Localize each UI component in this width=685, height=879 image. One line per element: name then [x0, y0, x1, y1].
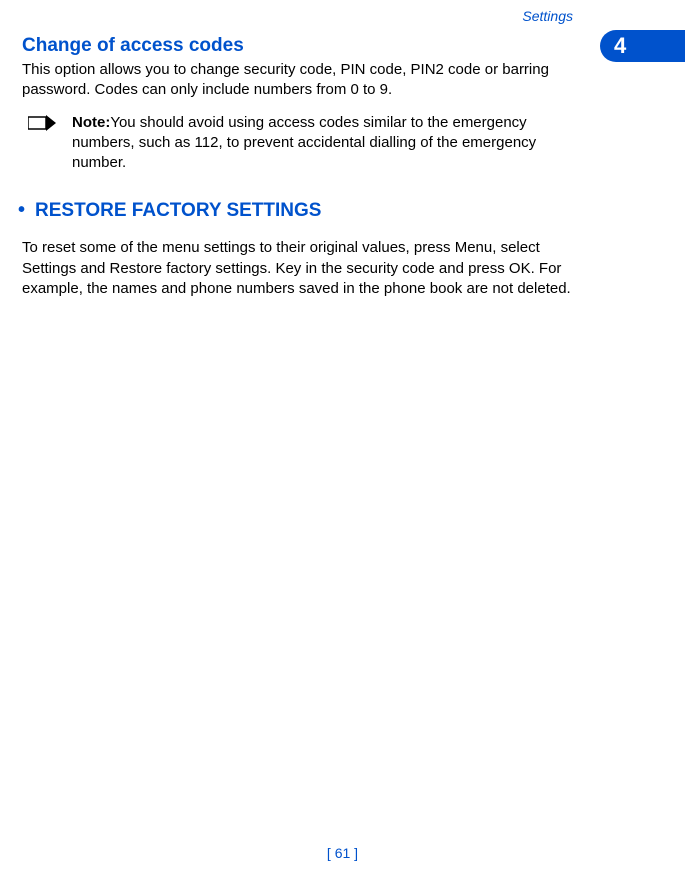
- note-body: You should avoid using access codes simi…: [72, 114, 536, 172]
- header-section-label: Settings: [522, 8, 573, 24]
- page-number: [ 61 ]: [327, 845, 358, 861]
- note-text: Note:You should avoid using access codes…: [72, 113, 577, 174]
- heading-bullet: •: [18, 199, 25, 222]
- chapter-tab: 4: [600, 30, 685, 62]
- section-body-change-access-codes: This option allows you to change securit…: [22, 60, 577, 101]
- section-body-restore-factory: To reset some of the menu settings to th…: [22, 238, 577, 299]
- section-title-change-access-codes: Change of access codes: [22, 35, 577, 57]
- heading2-text: RESTORE FACTORY SETTINGS: [35, 200, 321, 222]
- note-block: Note:You should avoid using access codes…: [22, 113, 577, 174]
- note-arrow-icon: [28, 115, 58, 138]
- chapter-number: 4: [614, 33, 626, 59]
- page-footer: [ 61 ]: [0, 845, 685, 861]
- heading-restore-factory-settings: • RESTORE FACTORY SETTINGS: [18, 199, 577, 222]
- main-content: Change of access codes This option allow…: [0, 0, 685, 299]
- note-label: Note:: [72, 114, 110, 131]
